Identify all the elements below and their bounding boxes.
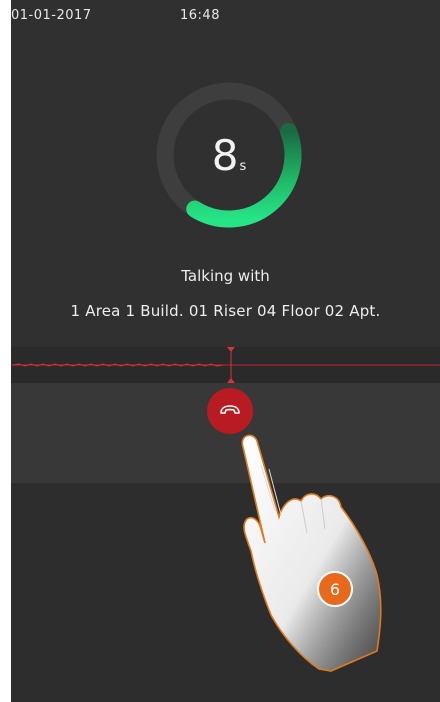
waveform-signal (12, 363, 224, 367)
phone-hangup-icon (220, 405, 240, 414)
timer-readout: 8s (154, 80, 304, 230)
call-status-label: Talking with (181, 267, 270, 285)
intercom-screen: 01-01-2017 16:48 8s Talking with 1 Area … (11, 0, 440, 702)
pointing-hand-illustration (241, 434, 382, 672)
call-timer: 8s (154, 80, 304, 230)
timer-unit: s (239, 158, 247, 174)
status-date: 01-01-2017 (11, 8, 92, 23)
status-bar: 01-01-2017 16:48 (11, 0, 440, 28)
step-number-badge: 6 (317, 571, 353, 607)
call-address: 1 Area 1 Build. 01 Riser 04 Floor 02 Apt… (70, 302, 381, 320)
status-time: 16:48 (180, 8, 220, 23)
level-marker-top (227, 347, 235, 352)
audio-waveform (11, 347, 440, 383)
audio-level-band (11, 347, 440, 383)
timer-value: 8 (211, 130, 239, 180)
